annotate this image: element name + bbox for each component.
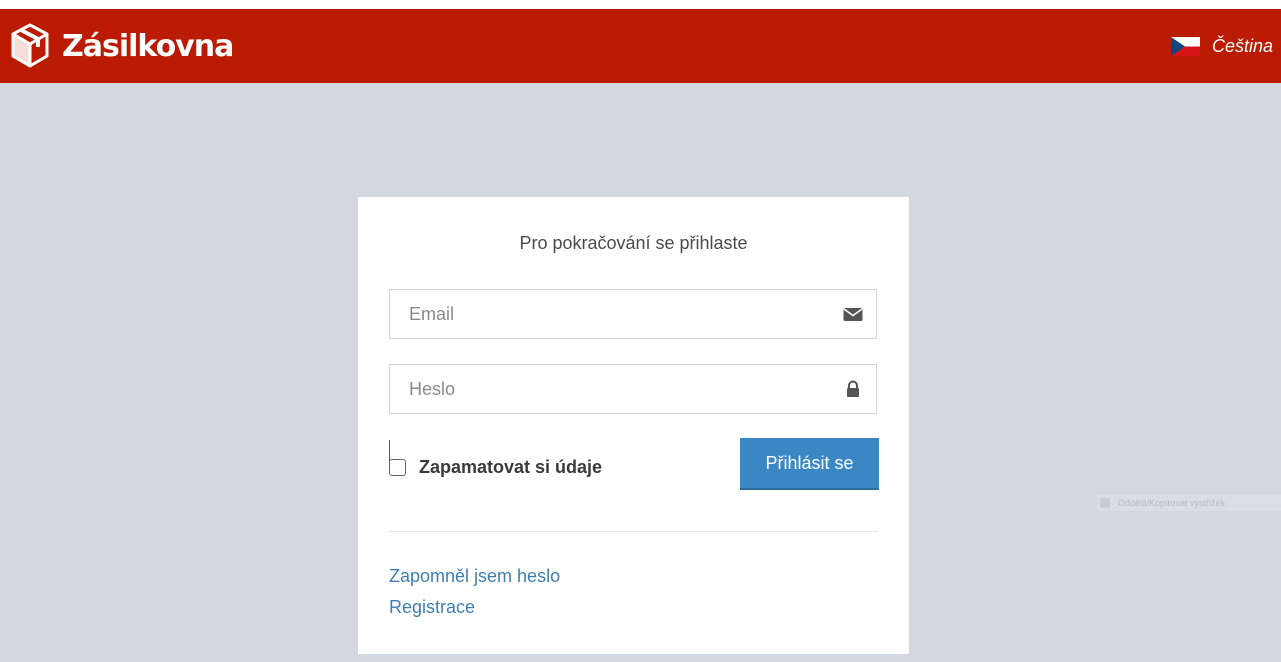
snipping-overlay[interactable]: Oddělit/Kopírovat výstřižek — [1097, 495, 1281, 511]
email-input[interactable] — [390, 290, 830, 338]
envelope-icon — [843, 308, 863, 321]
brand-name: Zásilkovna — [62, 28, 234, 64]
password-field — [389, 364, 877, 414]
login-button[interactable]: Přihlásit se — [740, 438, 879, 490]
package-icon — [11, 23, 49, 68]
czech-flag-icon — [1170, 37, 1200, 56]
email-field — [389, 289, 877, 339]
remember-me[interactable]: Zapamatovat si údaje — [389, 457, 602, 478]
remember-checkbox[interactable] — [389, 459, 406, 476]
login-title: Pro pokračování se přihlaste — [519, 233, 748, 253]
snip-icon — [1100, 498, 1110, 508]
divider — [389, 531, 878, 532]
login-card: Pro pokračování se přihlaste Zapamatovat… — [358, 197, 909, 654]
language-label: Čeština — [1211, 36, 1273, 56]
language-selector[interactable]: Čeština — [1170, 36, 1273, 57]
app-header: Zásilkovna Čeština — [0, 9, 1281, 83]
forgot-password-link[interactable]: Zapomněl jsem heslo — [389, 566, 560, 587]
password-input[interactable] — [390, 365, 830, 413]
remember-label: Zapamatovat si údaje — [419, 457, 603, 477]
brand-logo[interactable]: Zásilkovna — [10, 23, 234, 69]
snipping-overlay-label: Oddělit/Kopírovat výstřižek — [1118, 498, 1226, 508]
lock-icon — [847, 380, 859, 397]
top-strip — [0, 0, 1281, 9]
register-link[interactable]: Registrace — [389, 597, 475, 618]
